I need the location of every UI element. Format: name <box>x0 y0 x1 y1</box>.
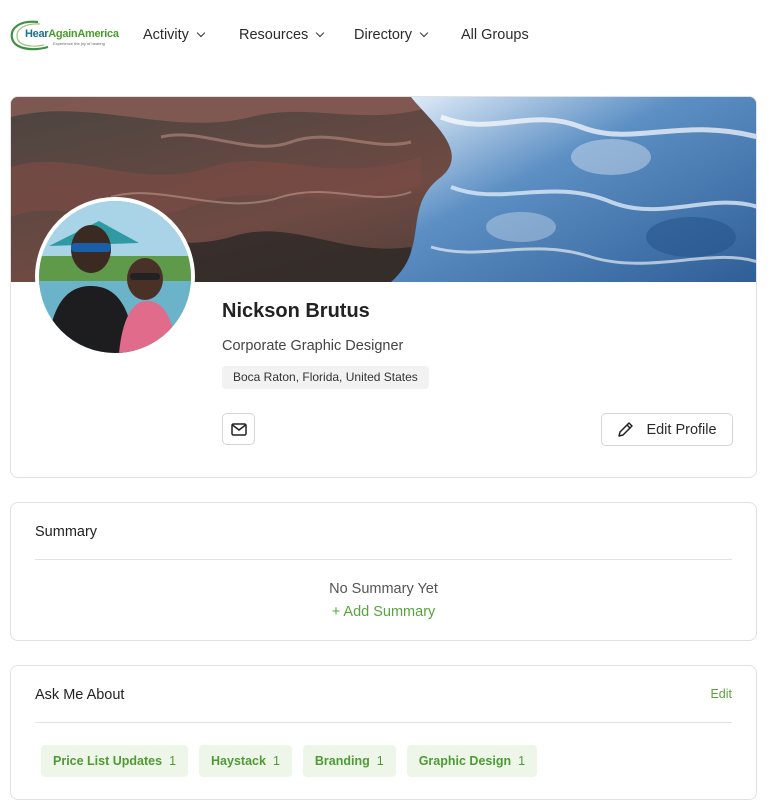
chevron-down-icon <box>419 28 429 38</box>
profile-name: Nickson Brutus <box>222 300 370 322</box>
nav-item-activity[interactable]: Activity <box>143 27 206 43</box>
divider <box>35 559 732 560</box>
edit-ask-me-about-link[interactable]: Edit <box>710 687 732 701</box>
topic-tags: Price List Updates 1 Haystack 1 Branding… <box>41 745 538 777</box>
topic-tag[interactable]: Price List Updates 1 <box>41 745 189 777</box>
nav-item-label: Directory <box>354 27 413 43</box>
nav-item-directory[interactable]: Directory <box>354 27 429 43</box>
pencil-icon <box>618 422 634 437</box>
tag-label: Price List Updates <box>53 754 163 768</box>
profile-title: Corporate Graphic Designer <box>222 338 404 354</box>
nav-item-resources[interactable]: Resources <box>239 27 325 43</box>
tag-label: Branding <box>314 754 370 768</box>
nav-item-label: Activity <box>143 27 189 43</box>
avatar-photo <box>39 201 191 353</box>
tag-count: 1 <box>169 754 177 768</box>
empty-summary-text: No Summary Yet <box>329 581 438 597</box>
topic-tag[interactable]: Graphic Design 1 <box>406 745 538 777</box>
add-summary-link[interactable]: + Add Summary <box>11 604 756 620</box>
summary-card: Summary No Summary Yet + Add Summary <box>10 502 757 641</box>
topic-tag[interactable]: Branding 1 <box>302 745 396 777</box>
topic-tag[interactable]: Haystack 1 <box>199 745 292 777</box>
summary-heading: Summary <box>35 524 98 540</box>
edit-profile-label: Edit Profile <box>646 421 717 438</box>
chevron-down-icon <box>196 28 206 38</box>
chevron-down-icon <box>316 28 325 38</box>
tag-count: 1 <box>376 754 384 768</box>
message-button[interactable] <box>222 413 255 445</box>
nav-item-label: Resources <box>239 27 309 43</box>
divider <box>35 722 732 723</box>
tag-label: Graphic Design <box>418 754 512 768</box>
profile-card: Nickson Brutus Corporate Graphic Designe… <box>10 96 757 478</box>
ask-me-about-card: Ask Me About Edit Price List Updates 1 H… <box>10 665 757 800</box>
tag-count: 1 <box>272 754 280 768</box>
ask-me-about-heading: Ask Me About <box>35 687 125 703</box>
nav-item-label: All Groups <box>461 27 529 43</box>
profile-avatar[interactable] <box>35 197 195 357</box>
logo-tagline: Experience the joy of hearing <box>53 41 105 46</box>
nav-item-all-groups[interactable]: All Groups <box>461 27 529 43</box>
logo-wordmark: HearAgainAmerica <box>25 28 119 40</box>
location-badge: Boca Raton, Florida, United States <box>222 366 429 389</box>
tag-label: Haystack <box>211 754 266 768</box>
edit-profile-button[interactable]: Edit Profile <box>601 413 733 446</box>
top-navigation: HearAgainAmerica Experience the joy of h… <box>0 0 774 72</box>
site-logo[interactable]: HearAgainAmerica Experience the joy of h… <box>10 16 119 54</box>
tag-count: 1 <box>518 754 526 768</box>
envelope-icon <box>230 422 247 436</box>
